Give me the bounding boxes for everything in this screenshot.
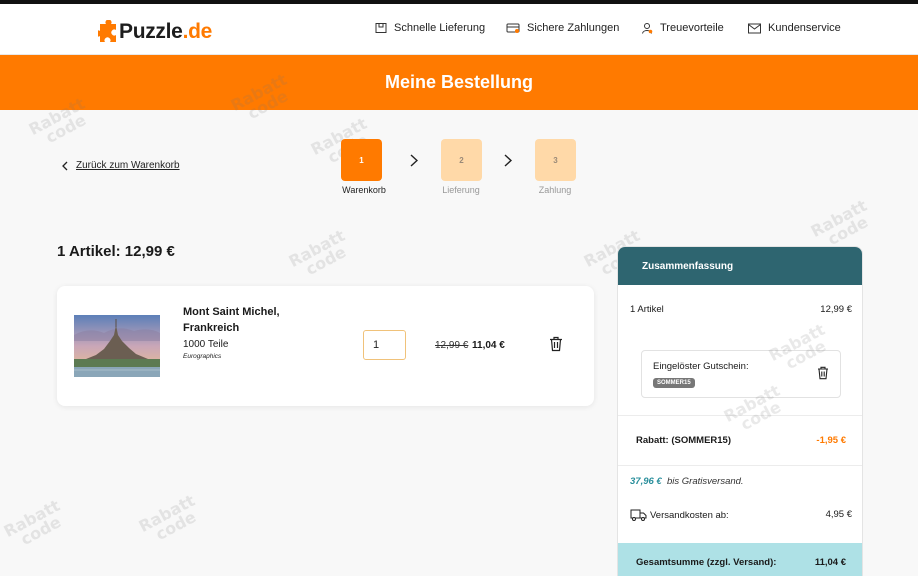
total-label: Gesamtsumme (zzgl. Versand): (636, 557, 777, 568)
back-to-cart-link[interactable]: Zurück zum Warenkorb (62, 160, 180, 171)
logo-tld: .de (182, 20, 213, 43)
items-label: 1 Artikel (630, 304, 664, 315)
logo-name: Puzzle (119, 20, 183, 43)
divider (618, 465, 862, 466)
step-number: 1 (359, 155, 364, 165)
trash-icon (550, 336, 562, 352)
page-banner: Meine Bestellung (0, 55, 918, 110)
step-label: Zahlung (538, 185, 572, 195)
summary-title: Zusammenfassung (618, 247, 862, 285)
step-payment: 3 (535, 139, 576, 181)
free-shipping-amount: 37,96 € (630, 476, 662, 487)
trash-icon (818, 366, 828, 380)
site-header: Puzzle.de Schnelle Lieferung Sichere Zah… (0, 4, 918, 55)
total-bar: Gesamtsumme (zzgl. Versand): 11,04 € (618, 543, 862, 576)
nav-label: Treuevorteile (660, 22, 724, 34)
old-price: 12,99 € (435, 340, 469, 351)
total-value: 11,04 € (814, 557, 846, 568)
product-pieces: 1000 Teile (183, 339, 229, 350)
product-image[interactable] (74, 315, 160, 377)
item-price: 11,04 € (472, 340, 505, 351)
puzzle-piece-icon (95, 19, 118, 44)
quantity-input[interactable]: 1 (363, 330, 406, 360)
discount-value: -1,95 € (816, 435, 846, 446)
user-icon (642, 23, 653, 34)
watermark: Rabatt code (285, 225, 350, 280)
voucher-code-badge: SOMMER15 (653, 378, 695, 388)
watermark: Rabatt code (135, 490, 200, 545)
mail-icon (748, 23, 761, 33)
items-value: 12,99 € (820, 304, 852, 315)
cart-item-card: Mont Saint Michel, Frankreich 1000 Teile… (57, 286, 594, 406)
divider (618, 415, 862, 416)
nav-customer-service[interactable]: Kundenservice (748, 22, 841, 34)
shipping-label: Versandkosten ab: (650, 509, 729, 521)
box-icon (375, 23, 387, 33)
product-name[interactable]: Mont Saint Michel, Frankreich (183, 304, 313, 336)
step-label: Warenkorb (342, 185, 386, 195)
free-shipping-text: bis Gratisversand. (667, 476, 744, 487)
nav-fast-delivery[interactable]: Schnelle Lieferung (375, 22, 485, 34)
remove-voucher-button[interactable] (817, 366, 829, 385)
nav-label: Schnelle Lieferung (394, 22, 486, 34)
nav-loyalty[interactable]: Treuevorteile (641, 22, 724, 34)
voucher-box: Eingelöster Gutschein: SOMMER15 (641, 350, 841, 398)
shipping-value: 4,95 € (825, 509, 852, 520)
step-delivery: 2 (441, 139, 482, 181)
nav-label: Kundenservice (768, 22, 841, 34)
remove-item-button[interactable] (549, 336, 563, 357)
step-cart[interactable]: 1 (341, 139, 382, 181)
page-title: Meine Bestellung (384, 72, 534, 92)
nav-secure-payment[interactable]: Sichere Zahlungen (506, 22, 619, 34)
step-number: 3 (553, 155, 558, 165)
chevron-left-icon (62, 161, 68, 170)
step-number: 2 (459, 155, 464, 165)
product-brand: Eurographics (183, 353, 222, 360)
cart-count-title: 1 Artikel: 12,99 € (57, 243, 175, 260)
nav-label: Sichere Zahlungen (527, 22, 620, 34)
chevron-right-icon (410, 154, 418, 167)
discount-label: Rabatt: (SOMMER15) (636, 435, 732, 446)
voucher-label: Eingelöster Gutschein: (653, 361, 749, 372)
card-icon (506, 23, 520, 33)
order-summary: Zusammenfassung 1 Artikel 12,99 € Eingel… (617, 246, 863, 576)
watermark: Rabatt code (0, 495, 65, 550)
watermark: Rabatt code (807, 195, 872, 250)
truck-icon (630, 509, 647, 521)
step-label: Lieferung (442, 185, 480, 195)
back-link-label: Zurück zum Warenkorb (76, 160, 180, 171)
logo[interactable]: Puzzle.de (95, 18, 213, 46)
chevron-right-icon (504, 154, 512, 167)
